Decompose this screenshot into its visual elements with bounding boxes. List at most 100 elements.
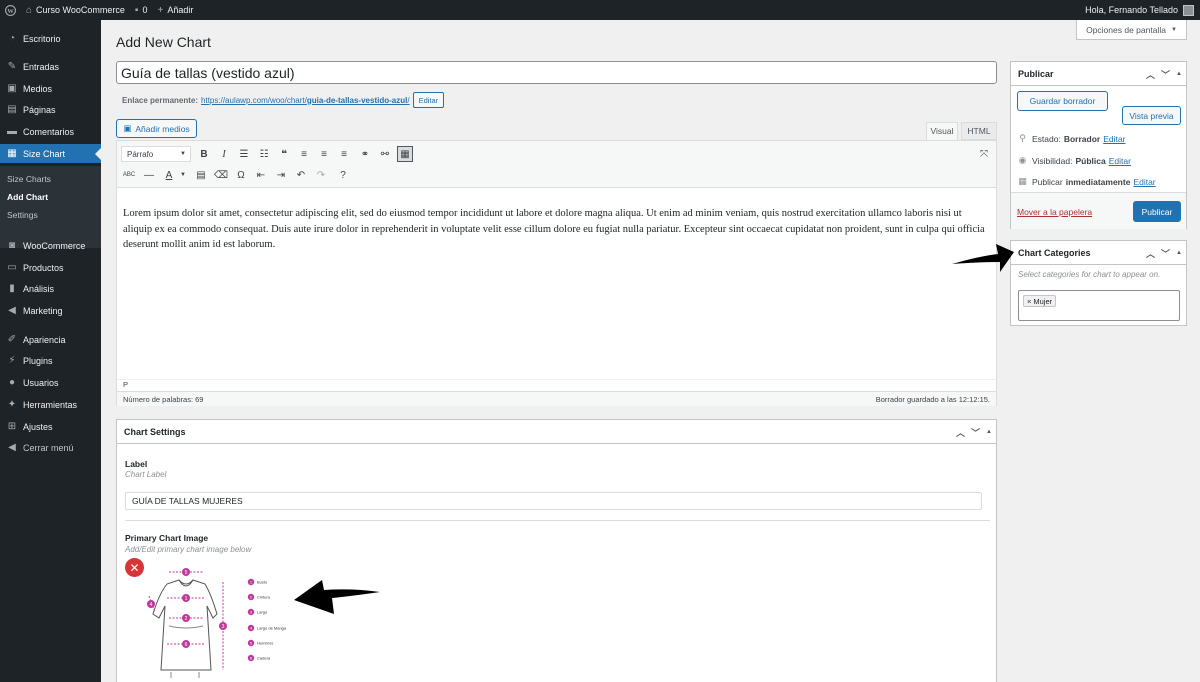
outdent-icon[interactable]: ⇤ bbox=[253, 167, 269, 183]
clear-formatting-icon[interactable]: ⌫ bbox=[213, 167, 229, 183]
chevron-up-icon[interactable]: ︿ bbox=[1146, 247, 1155, 260]
sidebar-item-label: Escritorio bbox=[23, 33, 61, 44]
align-center-icon[interactable]: ≡ bbox=[316, 146, 332, 162]
visibility-edit-link[interactable]: Editar bbox=[1109, 156, 1131, 166]
comments-link[interactable]: ▪ 0 bbox=[130, 0, 153, 20]
sidebar-item-entradas[interactable]: ✎ Entradas bbox=[0, 57, 101, 76]
trash-link[interactable]: Mover a la papelera bbox=[1017, 207, 1092, 217]
wordpress-logo-icon[interactable]: W bbox=[0, 0, 21, 20]
bar-chart-icon: ▮ bbox=[9, 283, 15, 294]
caret-down-icon: ▼ bbox=[1170, 26, 1177, 33]
label-field-description: Chart Label bbox=[125, 470, 167, 479]
submenu-settings[interactable]: Settings bbox=[7, 210, 38, 220]
preview-button[interactable]: Vista previa bbox=[1122, 106, 1181, 125]
indent-icon[interactable]: ⇥ bbox=[273, 167, 289, 183]
sidebar-item-size-chart[interactable]: ▦ Size Chart bbox=[0, 144, 101, 163]
sidebar-item-medios[interactable]: ▣ Medios bbox=[0, 79, 101, 98]
caret-up-icon[interactable]: ▲ bbox=[986, 429, 992, 435]
chart-categories-box: Chart Categories ︿ ﹀ ▲ Select categories… bbox=[1010, 240, 1187, 326]
format-select[interactable]: Párrafo ▼ bbox=[121, 146, 191, 162]
permalink-edit-button[interactable]: Editar bbox=[412, 92, 445, 108]
schedule-value: inmediatamente bbox=[1065, 176, 1131, 187]
help-icon[interactable]: ? bbox=[335, 167, 351, 183]
sidebar-item-cerrar-menu[interactable]: ◀ Cerrar menú bbox=[0, 438, 101, 457]
new-content-link[interactable]: + Añadir bbox=[152, 0, 198, 20]
schedule-edit-link[interactable]: Editar bbox=[1133, 177, 1155, 187]
sidebar-item-marketing[interactable]: ◀ Marketing bbox=[0, 301, 101, 320]
sidebar-item-escritorio[interactable]: ◔ Escritorio bbox=[0, 29, 101, 48]
category-select-field[interactable]: × Mujer bbox=[1018, 290, 1180, 321]
align-left-icon[interactable]: ≡ bbox=[296, 146, 312, 162]
editor-path: P bbox=[117, 379, 996, 391]
sidebar-item-analisis[interactable]: ▮ Análisis bbox=[0, 279, 101, 298]
post-title-input[interactable] bbox=[116, 61, 997, 84]
site-name-link[interactable]: ⌂ Curso WooCommerce bbox=[21, 0, 130, 20]
caret-up-icon[interactable]: ▲ bbox=[1176, 250, 1182, 256]
redo-icon[interactable]: ↷ bbox=[313, 167, 329, 183]
align-right-icon[interactable]: ≡ bbox=[336, 146, 352, 162]
tab-html[interactable]: HTML bbox=[961, 122, 997, 140]
special-character-icon[interactable]: Ω bbox=[233, 167, 249, 183]
publish-button[interactable]: Publicar bbox=[1133, 201, 1181, 222]
sidebar-item-productos[interactable]: ▭ Productos bbox=[0, 258, 101, 277]
screen-options-button[interactable]: Opciones de pantalla ▼ bbox=[1076, 20, 1187, 40]
paste-text-icon[interactable]: ▤ bbox=[193, 167, 209, 183]
submenu-add-chart[interactable]: Add Chart bbox=[7, 192, 48, 202]
postbox-controls: ︿ ﹀ ▲ bbox=[1140, 62, 1182, 86]
image-field-description: Add/Edit primary chart image below bbox=[125, 545, 252, 554]
permalink-base: https://aulawp.com/woo/chart/ bbox=[201, 95, 307, 105]
bold-icon[interactable]: B bbox=[196, 146, 212, 162]
sidebar-item-herramientas[interactable]: ✦ Herramientas bbox=[0, 395, 101, 414]
chart-label-input[interactable]: GUÍA DE TALLAS MUJERES bbox=[125, 492, 982, 510]
sidebar-item-apariencia[interactable]: ✐ Apariencia bbox=[0, 330, 101, 349]
caret-up-icon[interactable]: ▲ bbox=[1176, 71, 1182, 77]
svg-text:1: 1 bbox=[185, 596, 188, 602]
legend-item: 4 Largo de Manga bbox=[247, 624, 287, 632]
unlink-icon[interactable]: ⚯ bbox=[377, 146, 393, 162]
chevron-up-icon[interactable]: ︿ bbox=[1146, 68, 1155, 81]
sidebar-item-usuarios[interactable]: ● Usuarios bbox=[0, 373, 101, 392]
sidebar-item-woocommerce[interactable]: ◙ WooCommerce bbox=[0, 236, 101, 255]
strikethrough-icon[interactable]: ABC bbox=[121, 167, 137, 183]
publish-title: Publicar bbox=[1018, 68, 1054, 79]
chevron-up-icon[interactable]: ︿ bbox=[956, 426, 965, 439]
sidebar-item-plugins[interactable]: ⚡ Plugins bbox=[0, 351, 101, 370]
submenu-size-charts[interactable]: Size Charts bbox=[7, 174, 51, 184]
sidebar-item-label: WooCommerce bbox=[23, 240, 86, 251]
chevron-down-icon[interactable]: ﹀ bbox=[1161, 68, 1170, 81]
status-row: ⚲ Estado: Borrador Editar bbox=[1017, 133, 1125, 144]
add-media-button[interactable]: ▣ Añadir medios bbox=[116, 119, 197, 138]
numbered-list-icon[interactable]: ☷ bbox=[256, 146, 272, 162]
chart-categories-title: Chart Categories bbox=[1018, 247, 1091, 258]
undo-icon[interactable]: ↶ bbox=[293, 167, 309, 183]
draft-saved-status: Borrador guardado a las 12:12:15. bbox=[875, 394, 990, 404]
bullet-list-icon[interactable]: ☰ bbox=[236, 146, 252, 162]
blockquote-icon[interactable]: ❝ bbox=[276, 146, 292, 162]
media-icon: ▣ bbox=[7, 83, 17, 94]
chevron-down-icon[interactable]: ﹀ bbox=[971, 426, 980, 439]
sidebar-item-paginas[interactable]: ▤ Páginas bbox=[0, 100, 101, 119]
horizontal-line-icon[interactable]: — bbox=[141, 167, 157, 183]
italic-icon[interactable]: I bbox=[216, 146, 232, 162]
schedule-label: Publicar bbox=[1032, 176, 1063, 187]
permalink-link[interactable]: https://aulawp.com/woo/chart/guia-de-tal… bbox=[201, 96, 410, 105]
link-icon[interactable]: ⚭ bbox=[357, 146, 373, 162]
caret-down-icon[interactable]: ▼ bbox=[175, 167, 191, 183]
account-link[interactable]: Hola, Fernando Tellado bbox=[1085, 4, 1200, 16]
toolbar-toggle-icon[interactable]: ▦ bbox=[397, 146, 413, 162]
chevron-down-icon[interactable]: ﹀ bbox=[1161, 247, 1170, 260]
plus-icon: + bbox=[157, 4, 164, 16]
sidebar-item-label: Páginas bbox=[23, 104, 56, 115]
sidebar-item-ajustes[interactable]: ⊞ Ajustes bbox=[0, 417, 101, 436]
fullscreen-icon[interactable]: ⤧ bbox=[976, 146, 992, 162]
editor-content[interactable]: Lorem ipsum dolor sit amet, consectetur … bbox=[123, 206, 989, 253]
sidebar-item-label: Size Chart bbox=[23, 148, 66, 159]
remove-chip-icon[interactable]: × bbox=[1027, 297, 1031, 306]
status-label: Estado: bbox=[1032, 133, 1061, 144]
save-draft-button[interactable]: Guardar borrador bbox=[1017, 91, 1108, 111]
tab-visual[interactable]: Visual bbox=[926, 122, 958, 140]
status-edit-link[interactable]: Editar bbox=[1103, 134, 1125, 144]
admin-bar: W ⌂ Curso WooCommerce ▪ 0 + Añadir Hola,… bbox=[0, 0, 1200, 20]
sidebar-item-comentarios[interactable]: ▬ Comentarios bbox=[0, 122, 101, 141]
size-chart-image[interactable]: 5 1 2 6 3 4 1 Busto 2 Cintura 3 Largo 4 Largo de… bbox=[141, 566, 317, 682]
